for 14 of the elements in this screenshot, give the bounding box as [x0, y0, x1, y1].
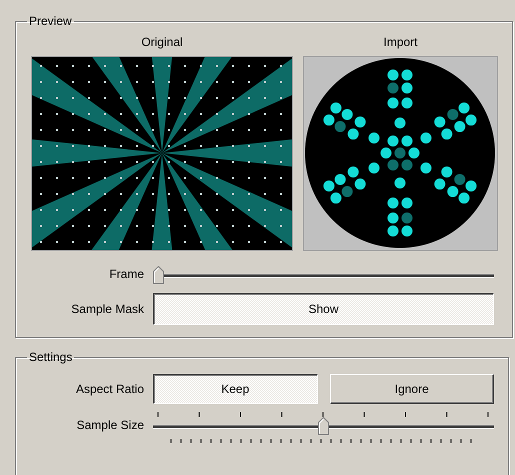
frame-label: Frame: [109, 267, 144, 281]
image-caption: Import: [383, 34, 418, 50]
sample-size-label: Sample Size: [76, 418, 144, 432]
aspect-ratio-label: Aspect Ratio: [76, 382, 144, 396]
aspect-option-button[interactable]: Keep: [153, 374, 318, 404]
group-title: Preview: [28, 14, 73, 28]
aspect-option-button[interactable]: Ignore: [330, 374, 494, 404]
group-title: Settings: [28, 350, 74, 364]
sample-size-slider[interactable]: [153, 412, 494, 438]
show-toggle-button[interactable]: Show: [153, 293, 494, 325]
slider-thumb[interactable]: [318, 417, 329, 435]
slider-thumb[interactable]: [153, 266, 164, 284]
sample-mask-label: Sample Mask: [71, 302, 144, 316]
image-caption: Original: [141, 34, 183, 50]
